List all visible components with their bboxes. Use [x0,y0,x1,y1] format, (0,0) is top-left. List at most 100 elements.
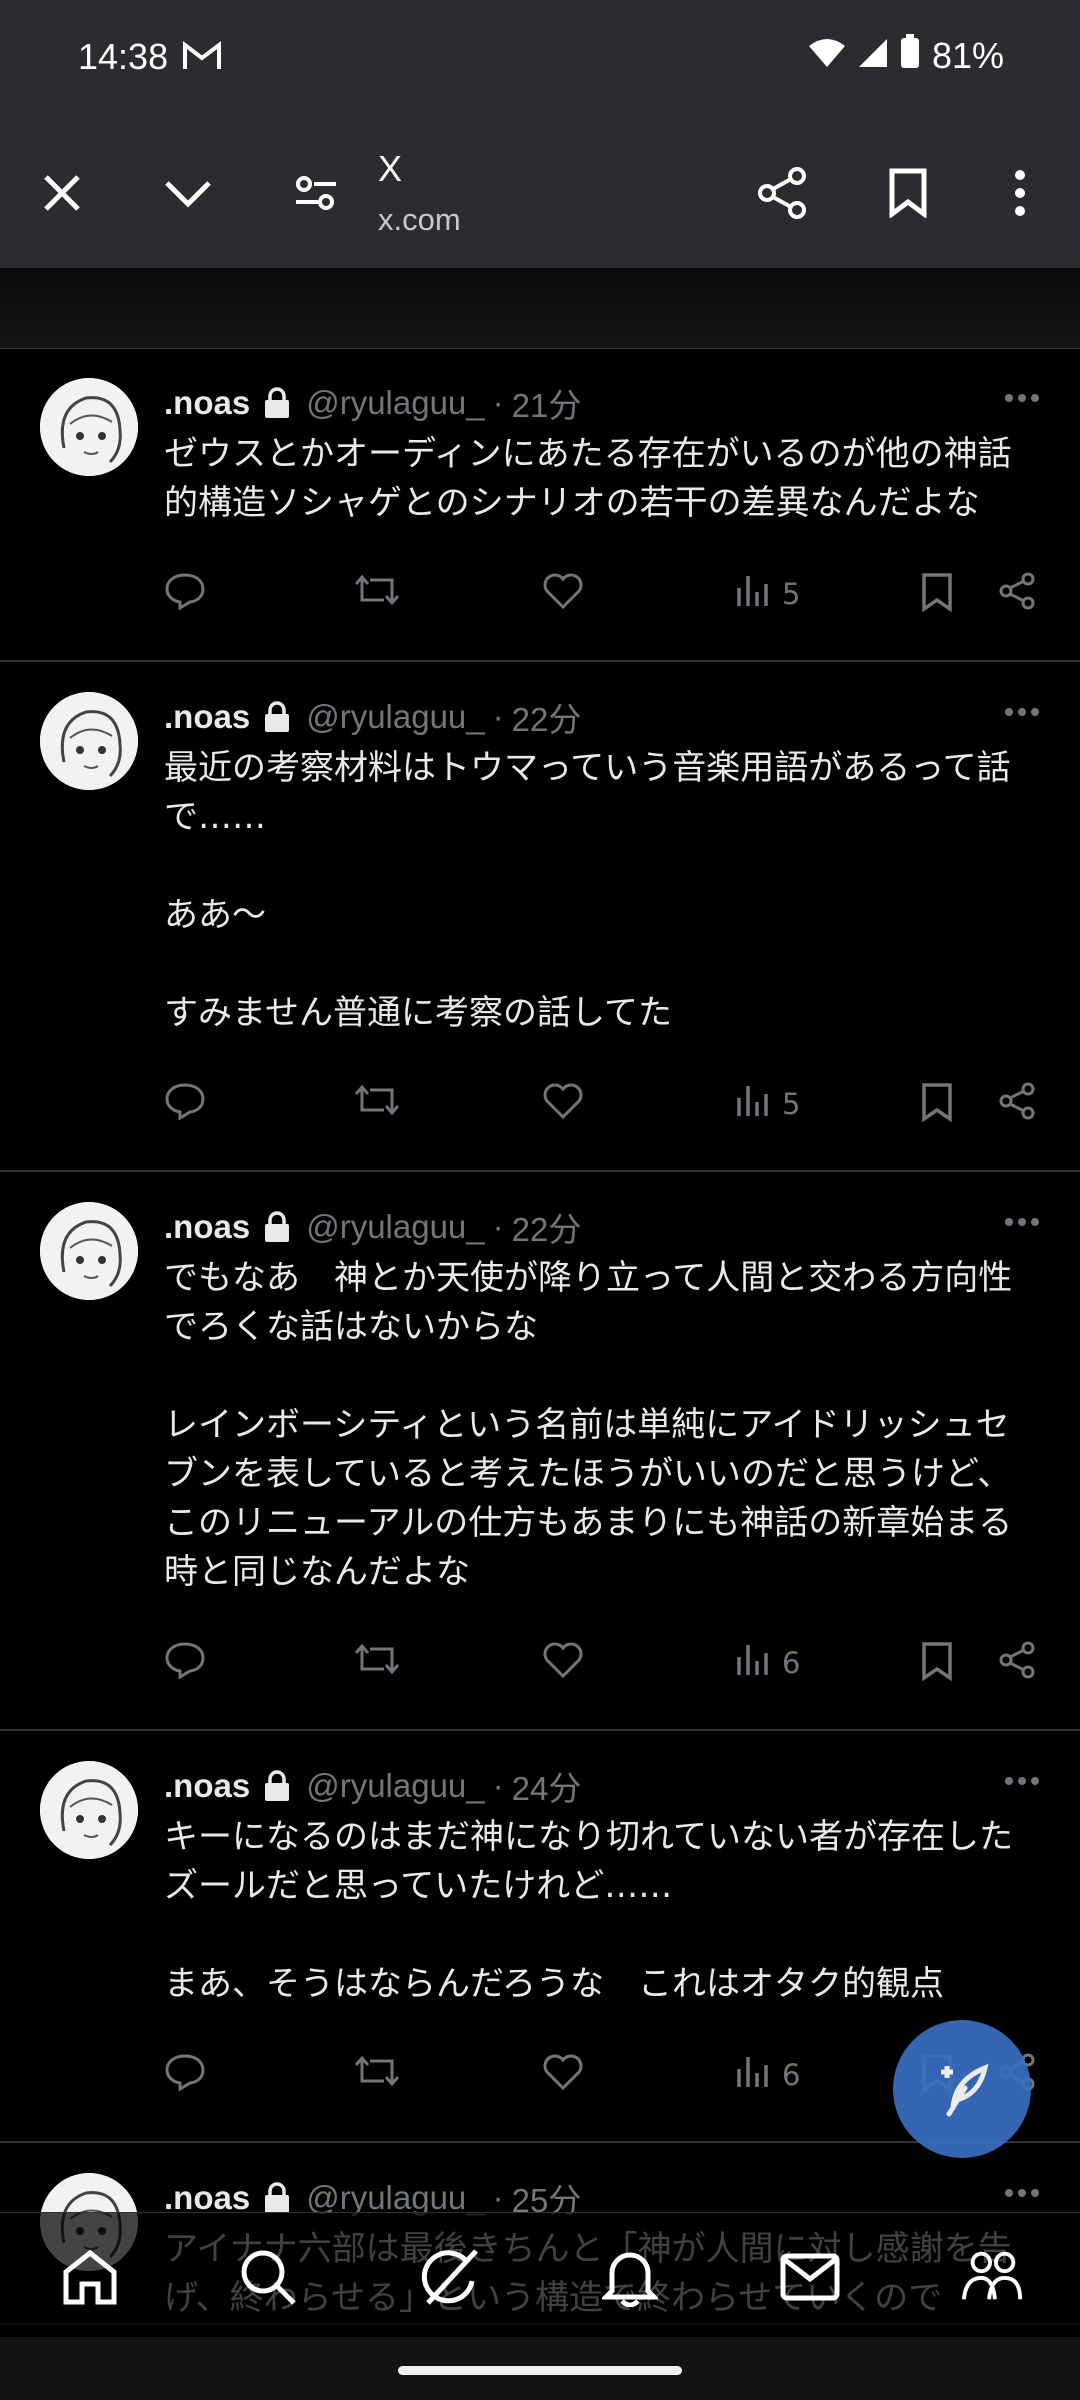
post-time[interactable]: 22分 [512,693,582,741]
author-name[interactable]: .noas [164,384,250,422]
share-icon [998,572,1036,617]
reply-icon [164,572,206,617]
author-handle[interactable]: @ryulaguu_ [306,1208,484,1246]
views-button[interactable]: 6 [734,2053,800,2096]
repost-button[interactable] [354,1082,400,1125]
bookmark-icon [920,1082,954,1129]
post-time[interactable]: 21分 [512,379,582,427]
share-icon [998,1082,1036,1127]
author-handle[interactable]: @ryulaguu_ [306,384,484,422]
post[interactable]: .noas @ryulaguu_ · 22分最近の考察材料はトウマっていう音楽用語があ… [0,662,1080,1172]
like-button[interactable] [542,1082,584,1127]
reply-icon [164,1641,206,1686]
status-indicators: 81% [808,34,1004,77]
like-button[interactable] [542,572,584,617]
repost-icon [354,1082,400,1125]
home-icon[interactable] [58,2245,122,2309]
bookmark-post-button[interactable] [920,1082,954,1129]
share-post-button[interactable] [998,572,1036,617]
avatar[interactable] [40,1761,138,1859]
lock-icon [262,2181,292,2215]
reply-button[interactable] [164,2053,206,2098]
lock-icon [262,1769,292,1803]
status-time: 14:38 [78,36,169,77]
more-horiz-icon[interactable] [1004,1212,1040,1231]
more-horiz-icon[interactable] [1004,2183,1040,2202]
share-post-button[interactable] [998,1082,1036,1127]
reply-button[interactable] [164,1641,206,1686]
bell-icon[interactable] [598,2245,662,2309]
views-count: 5 [782,576,801,611]
bookmark-icon[interactable] [878,163,938,223]
separator-dot: · [492,698,504,735]
page-title: X [378,148,403,189]
share-icon [998,1641,1036,1686]
views-button[interactable]: 5 [734,1082,800,1125]
share-post-button[interactable] [998,1641,1036,1686]
avatar[interactable] [40,692,138,790]
author-handle[interactable]: @ryulaguu_ [306,1767,484,1805]
repost-button[interactable] [354,1641,400,1684]
post-text: キーになるのはまだ神になり切れていない者が存在したズールだと思っていたけれど……… [164,1817,1013,2004]
reply-button[interactable] [164,1082,206,1127]
post-text: 最近の考察材料はトウマっていう音楽用語があるって話で…… ああ〜 すみません普通… [164,748,1011,1033]
views-icon [734,2053,770,2096]
views-button[interactable]: 5 [734,572,800,615]
post-time[interactable]: 24分 [512,1762,582,1810]
share-icon[interactable] [752,163,812,223]
separator-dot: · [492,384,504,421]
lock-icon [262,700,292,734]
custom-tab-toolbar: X x.com [0,118,1080,268]
signal-icon [858,35,888,77]
author-name[interactable]: .noas [164,1767,250,1805]
bottom-navigation [0,2212,1080,2338]
post-time[interactable]: 22分 [512,1203,582,1251]
bookmark-post-button[interactable] [920,1641,954,1688]
author-name[interactable]: .noas [164,1208,250,1246]
heart-icon [542,1641,584,1686]
reply-icon [164,2053,206,2098]
communities-icon[interactable] [960,2245,1024,2309]
gesture-handle[interactable] [398,2366,682,2375]
wifi-icon [808,35,846,77]
post-actions: 5 [164,1060,1040,1170]
views-count: 6 [782,1645,801,1680]
avatar[interactable] [40,378,138,476]
post[interactable]: .noas @ryulaguu_ · 22分でもなあ 神とか天使が降り立って人間と交わ… [0,1172,1080,1731]
author-handle[interactable]: @ryulaguu_ [306,698,484,736]
search-icon[interactable] [236,2245,300,2309]
tune-icon[interactable] [286,163,346,223]
repost-button[interactable] [354,2053,400,2096]
repost-icon [354,572,400,615]
heart-icon [542,572,584,617]
more-horiz-icon[interactable] [1004,702,1040,721]
bookmark-icon [920,1641,954,1688]
grok-icon[interactable] [418,2245,482,2309]
more-vert-icon[interactable] [990,163,1050,223]
mail-icon[interactable] [778,2245,842,2309]
author-name[interactable]: .noas [164,698,250,736]
repost-button[interactable] [354,572,400,615]
avatar[interactable] [40,1202,138,1300]
like-button[interactable] [542,1641,584,1686]
views-button[interactable]: 6 [734,1641,800,1684]
lock-icon [262,386,292,420]
more-horiz-icon[interactable] [1004,388,1040,407]
like-button[interactable] [542,2053,584,2098]
post-actions: 5 [164,550,1040,660]
separator-dot: · [492,1208,504,1245]
reply-button[interactable] [164,572,206,617]
views-icon [734,572,770,615]
reply-icon [164,1082,206,1127]
bookmark-post-button[interactable] [920,572,954,619]
gmail-icon [182,40,222,76]
post-text: でもなあ 神とか天使が降り立って人間と交わる方向性でろくな話はないからな レイン… [164,1258,1013,1592]
more-horiz-icon[interactable] [1004,1771,1040,1790]
chevron-down-icon[interactable] [158,163,218,223]
page-url[interactable]: x.com [378,202,461,238]
feed-top-spacer [0,268,1080,349]
post[interactable]: .noas @ryulaguu_ · 21分 ゼウスとかオーディンにあたる存在がいるのが… [0,348,1080,662]
compose-button[interactable] [893,2020,1031,2158]
close-icon[interactable] [32,163,92,223]
views-count: 5 [782,1086,801,1121]
